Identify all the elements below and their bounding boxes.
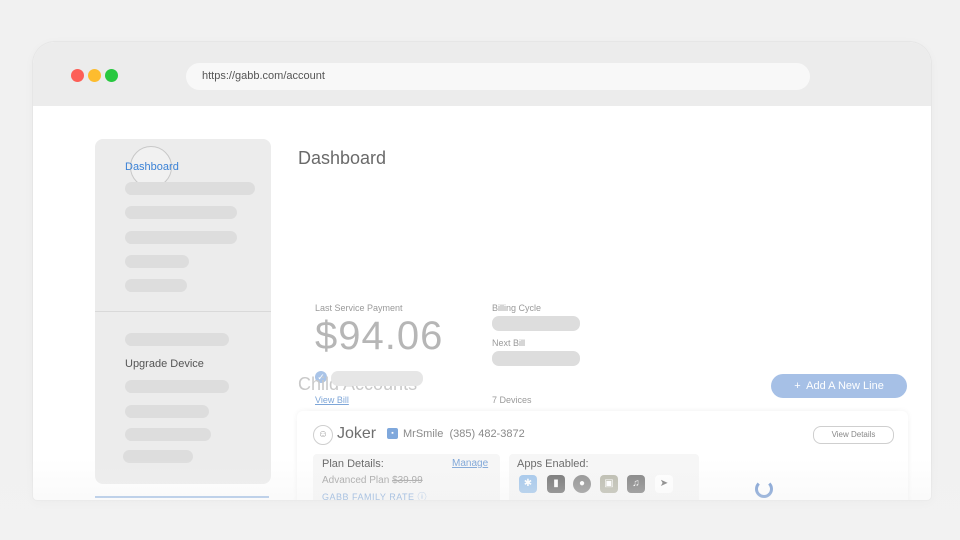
- family-rate-text: GABB FAMILY RATE: [322, 492, 415, 500]
- view-bill-link[interactable]: View Bill: [315, 395, 349, 405]
- sidebar-item-placeholder[interactable]: [125, 333, 229, 346]
- device-badge-icon: ▪: [387, 428, 398, 439]
- sidebar-item-upgrade-device[interactable]: Upgrade Device: [125, 358, 204, 370]
- close-window-button[interactable]: [71, 69, 84, 82]
- sidebar-item-placeholder[interactable]: [125, 279, 187, 292]
- user-avatar-icon: ☺: [313, 425, 333, 445]
- weather-app-icon[interactable]: ✱: [519, 475, 537, 493]
- add-new-line-button[interactable]: + Add A New Line: [771, 374, 907, 398]
- child-phone: (385) 482-3872: [449, 428, 525, 440]
- payment-amount: $94.06: [315, 314, 444, 358]
- child-name: Joker: [337, 425, 377, 442]
- add-new-line-label: Add A New Line: [806, 380, 884, 392]
- url-text: https://gabb.com/account: [202, 70, 325, 82]
- billing-cycle-label: Billing Cycle: [492, 303, 542, 313]
- billing-cycle-value-placeholder: [492, 316, 580, 331]
- plan-old-price: $39.99: [392, 475, 423, 486]
- sidebar-item-placeholder[interactable]: [125, 231, 237, 244]
- sidebar-item-placeholder[interactable]: [125, 255, 189, 268]
- minimize-window-button[interactable]: [88, 69, 101, 82]
- music-app-icon[interactable]: ♫: [627, 475, 645, 493]
- child-username-phone: MrSmile (385) 482-3872: [403, 428, 525, 440]
- bible-app-icon[interactable]: ▮: [547, 475, 565, 493]
- maximize-window-button[interactable]: [105, 69, 118, 82]
- address-bar[interactable]: https://gabb.com/account: [186, 63, 810, 90]
- next-bill-label: Next Bill: [492, 338, 526, 348]
- next-bill-value-placeholder: [492, 351, 580, 366]
- sidebar-bottom-accent: [95, 496, 269, 498]
- family-rate-label: GABB FAMILY RATE ⓘ: [322, 490, 427, 500]
- payment-status-placeholder: [331, 371, 423, 386]
- navigation-app-icon[interactable]: ➤: [655, 475, 673, 493]
- child-account-card: ☺ Joker ▪ MrSmile (385) 482-3872 View De…: [297, 411, 908, 500]
- sidebar-item-placeholder[interactable]: [125, 405, 209, 418]
- manage-plan-link[interactable]: Manage: [452, 458, 488, 469]
- last-service-payment-label: Last Service Payment: [315, 303, 403, 313]
- badge-app-icon[interactable]: ●: [573, 475, 591, 493]
- plus-icon: +: [794, 380, 801, 392]
- account-sidebar: Dashboard Upgrade Device: [95, 139, 271, 484]
- browser-chrome: https://gabb.com/account: [33, 42, 931, 106]
- plan-name-text: Advanced Plan: [322, 475, 390, 486]
- view-details-button[interactable]: View Details: [813, 426, 894, 444]
- photo-app-icon[interactable]: ▣: [600, 475, 618, 493]
- sidebar-item-placeholder[interactable]: [125, 206, 237, 219]
- sidebar-item-placeholder[interactable]: [125, 182, 255, 195]
- sidebar-item-dashboard[interactable]: Dashboard: [125, 161, 179, 173]
- info-icon[interactable]: ⓘ: [418, 492, 428, 500]
- sidebar-item-placeholder[interactable]: [125, 380, 229, 393]
- apps-enabled-panel: Apps Enabled: ✱ ▮ ● ▣ ♫ ➤: [509, 454, 699, 500]
- devices-count: 7 Devices: [492, 395, 532, 405]
- plan-name: Advanced Plan $39.99: [322, 475, 423, 486]
- sidebar-item-placeholder[interactable]: [125, 428, 211, 441]
- child-username: MrSmile: [403, 428, 444, 440]
- plan-details-label: Plan Details:: [322, 458, 384, 470]
- sidebar-divider: [95, 311, 271, 312]
- plan-details-panel: Plan Details: Manage Advanced Plan $39.9…: [313, 454, 500, 500]
- sidebar-item-placeholder[interactable]: [123, 450, 193, 463]
- apps-enabled-label: Apps Enabled:: [517, 458, 589, 470]
- page-title: Dashboard: [298, 148, 387, 168]
- loading-spinner-icon: [755, 480, 773, 498]
- browser-window: https://gabb.com/account Dashboard Upgra…: [33, 42, 931, 500]
